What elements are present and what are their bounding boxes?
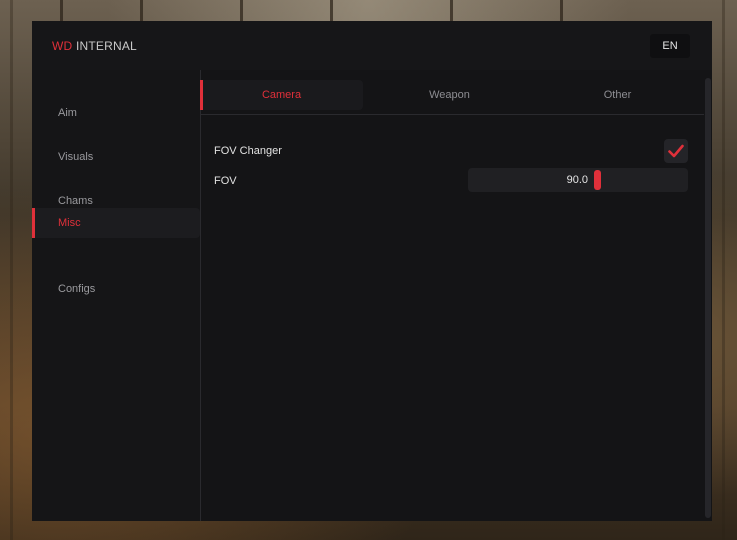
sidebar-item-misc[interactable]: Misc bbox=[32, 208, 200, 238]
sidebar-item-configs[interactable]: Configs bbox=[32, 274, 200, 304]
fov-slider[interactable]: 90.0 bbox=[468, 168, 688, 192]
tab-label: Weapon bbox=[429, 89, 470, 101]
sidebar-item-aim[interactable]: Aim bbox=[32, 98, 200, 128]
sidebar-item-label: Aim bbox=[58, 107, 77, 119]
tabs-underline bbox=[200, 114, 704, 115]
tabs-bar: Camera Weapon Other bbox=[200, 80, 704, 110]
tab-camera[interactable]: Camera bbox=[200, 80, 363, 110]
fov-changer-label: FOV Changer bbox=[214, 145, 282, 157]
slider-thumb[interactable] bbox=[594, 170, 601, 190]
menu-header: WD INTERNAL EN bbox=[32, 21, 712, 70]
scroll-thumb[interactable] bbox=[705, 78, 711, 518]
sidebar-item-label: Configs bbox=[58, 283, 96, 295]
fov-changer-checkbox[interactable] bbox=[664, 139, 688, 163]
sidebar-item-label: Chams bbox=[58, 195, 93, 207]
brand-logo: WD INTERNAL bbox=[52, 39, 137, 53]
language-button[interactable]: EN bbox=[650, 34, 690, 58]
tab-label: Other bbox=[603, 89, 632, 101]
sidebar-item-visuals[interactable]: Visuals bbox=[32, 142, 200, 172]
cheat-menu-window: WD INTERNAL EN Aim Visuals Chams Misc Co… bbox=[32, 21, 712, 521]
tab-label: Camera bbox=[261, 89, 302, 101]
brand-accent: WD bbox=[52, 39, 73, 53]
fov-label: FOV bbox=[214, 175, 237, 187]
tab-other[interactable]: Other bbox=[536, 80, 699, 110]
brand-name: INTERNAL bbox=[75, 39, 137, 53]
sidebar: Aim Visuals Chams Misc Configs bbox=[32, 70, 200, 521]
scrollbar[interactable] bbox=[705, 78, 711, 518]
sidebar-item-label: Visuals bbox=[58, 151, 94, 163]
sidebar-item-label: Misc bbox=[58, 217, 81, 229]
checkmark-icon bbox=[668, 144, 684, 158]
tab-weapon[interactable]: Weapon bbox=[368, 80, 531, 110]
content-divider bbox=[200, 70, 201, 521]
fov-value: 90.0 bbox=[566, 174, 588, 186]
